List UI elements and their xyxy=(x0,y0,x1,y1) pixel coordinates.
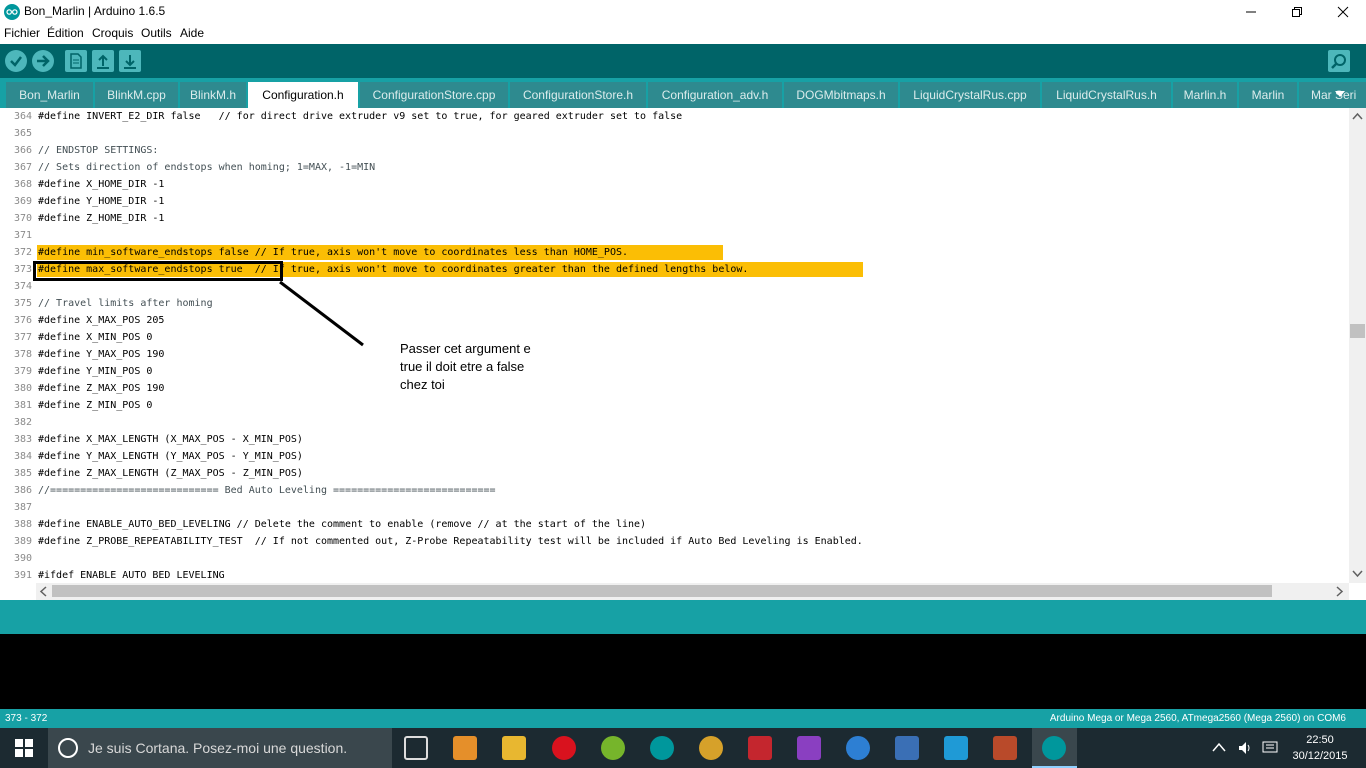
verify-button[interactable] xyxy=(5,50,27,72)
opera-icon[interactable] xyxy=(552,736,576,760)
serial-monitor-icon xyxy=(1331,54,1346,69)
warcraft-icon[interactable] xyxy=(699,736,723,760)
upload-icon xyxy=(37,55,50,67)
annotation-arrow xyxy=(279,280,364,347)
upload-button[interactable] xyxy=(32,50,54,72)
new-button[interactable] xyxy=(65,50,87,72)
cortana-icon xyxy=(58,738,78,758)
file-explorer-icon[interactable] xyxy=(502,736,526,760)
message-area xyxy=(0,600,1366,634)
tab-bon-marlin[interactable]: Bon_Marlin xyxy=(6,82,93,108)
ccleaner-icon[interactable] xyxy=(944,736,968,760)
tab-blinkm-h[interactable]: BlinkM.h xyxy=(180,82,246,108)
cortana-placeholder: Je suis Cortana. Posez-moi une question. xyxy=(88,740,348,756)
tab-configurationstore-h[interactable]: ConfigurationStore.h xyxy=(510,82,646,108)
start-button[interactable] xyxy=(0,728,48,768)
new-icon xyxy=(70,53,82,69)
taskbar-clock[interactable]: 22:50 30/12/2015 xyxy=(1290,732,1350,764)
tab-marlin[interactable]: Marlin xyxy=(1239,82,1297,108)
horizontal-scroll-thumb[interactable] xyxy=(52,585,1272,597)
notifications-icon[interactable] xyxy=(1262,740,1278,756)
windows-logo-icon xyxy=(15,739,33,757)
scroll-up-icon[interactable] xyxy=(1352,112,1363,120)
menu-aide[interactable]: Aide xyxy=(180,26,204,40)
tab-blinkm-cpp[interactable]: BlinkM.cpp xyxy=(95,82,178,108)
scroll-right-icon[interactable] xyxy=(1336,586,1344,597)
board-info: Arduino Mega or Mega 2560, ATmega2560 (M… xyxy=(1049,713,1346,724)
open-button[interactable] xyxy=(92,50,114,72)
volume-icon[interactable] xyxy=(1237,740,1253,756)
media-player-icon[interactable] xyxy=(453,736,477,760)
console-output xyxy=(0,634,1366,709)
tray-chevron-up-icon[interactable] xyxy=(1212,742,1226,752)
solidworks-icon[interactable] xyxy=(748,736,772,760)
clock-time: 22:50 xyxy=(1306,734,1334,746)
verify-icon xyxy=(10,56,22,67)
task-view-icon[interactable] xyxy=(404,736,428,760)
scroll-left-icon[interactable] xyxy=(39,586,47,597)
cortana-search-box[interactable]: Je suis Cortana. Posez-moi une question. xyxy=(48,728,392,768)
tab-marlin-h[interactable]: Marlin.h xyxy=(1173,82,1237,108)
annotation-line: true il doit etre a false xyxy=(400,359,525,374)
annotation-line: Passer cet argument e xyxy=(400,341,531,356)
maximize-button[interactable] xyxy=(1274,0,1320,24)
serial-monitor-button[interactable] xyxy=(1328,50,1350,72)
tab-configuration-adv-h[interactable]: Configuration_adv.h xyxy=(648,82,782,108)
tab-configurationstore-cpp[interactable]: ConfigurationStore.cpp xyxy=(360,82,508,108)
save-button[interactable] xyxy=(119,50,141,72)
open-icon xyxy=(97,54,109,69)
tab-dogmbitmaps-h[interactable]: DOGMbitmaps.h xyxy=(784,82,898,108)
status-bar: 373 - 372 Arduino Mega or Mega 2560, ATm… xyxy=(0,709,1366,728)
clock-date: 30/12/2015 xyxy=(1292,750,1348,762)
tab-configuration-h[interactable]: Configuration.h xyxy=(248,82,358,108)
annotation-line: chez toi xyxy=(400,377,445,392)
tab-liquidcrystalrus-cpp[interactable]: LiquidCrystalRus.cpp xyxy=(900,82,1040,108)
menu-edition[interactable]: Édition xyxy=(47,26,84,40)
repetier-icon[interactable] xyxy=(993,736,1017,760)
vertical-scroll-thumb[interactable] xyxy=(1350,324,1365,338)
tab-bar: Bon_Marlin BlinkM.cpp BlinkM.h Configura… xyxy=(0,78,1366,108)
title-bar: Bon_Marlin | Arduino 1.6.5 xyxy=(0,0,1366,24)
cloud-app-icon[interactable] xyxy=(846,736,870,760)
arduino-taskbar-icon xyxy=(1042,736,1066,760)
scroll-down-icon[interactable] xyxy=(1352,570,1363,578)
annotation-note: Passer cet argument e true il doit etre … xyxy=(400,340,550,394)
molecule-app-icon[interactable] xyxy=(895,736,919,760)
arduino-logo-icon xyxy=(4,4,20,20)
toolbar xyxy=(0,44,1366,78)
windows-taskbar: Je suis Cortana. Posez-moi une question.… xyxy=(0,728,1366,768)
vertical-scrollbar[interactable] xyxy=(1349,108,1366,583)
menu-fichier[interactable]: Fichier xyxy=(4,26,40,40)
menu-bar: Fichier Édition Croquis Outils Aide xyxy=(0,24,1366,43)
code-editor[interactable]: 364 365 366 367 368 369 370 371 372 373 374 375 376 3… xyxy=(0,108,1366,583)
close-button[interactable] xyxy=(1320,0,1366,24)
save-icon xyxy=(124,55,136,69)
tab-overflow-chevron-icon[interactable] xyxy=(1332,86,1348,102)
minimize-button[interactable] xyxy=(1228,0,1274,24)
cursor-position: 373 - 372 xyxy=(5,713,48,724)
utorrent-icon[interactable] xyxy=(601,736,625,760)
arduino-active-task[interactable] xyxy=(1032,728,1077,768)
menu-croquis[interactable]: Croquis xyxy=(92,26,133,40)
arduino-ide-window: Bon_Marlin | Arduino 1.6.5 Fichier Éditi… xyxy=(0,0,1366,768)
arduino-app-icon[interactable] xyxy=(650,736,674,760)
app-bars-icon[interactable] xyxy=(797,736,821,760)
window-title: Bon_Marlin | Arduino 1.6.5 xyxy=(24,4,166,18)
tab-liquidcrystalrus-h[interactable]: LiquidCrystalRus.h xyxy=(1042,82,1171,108)
menu-outils[interactable]: Outils xyxy=(141,26,172,40)
